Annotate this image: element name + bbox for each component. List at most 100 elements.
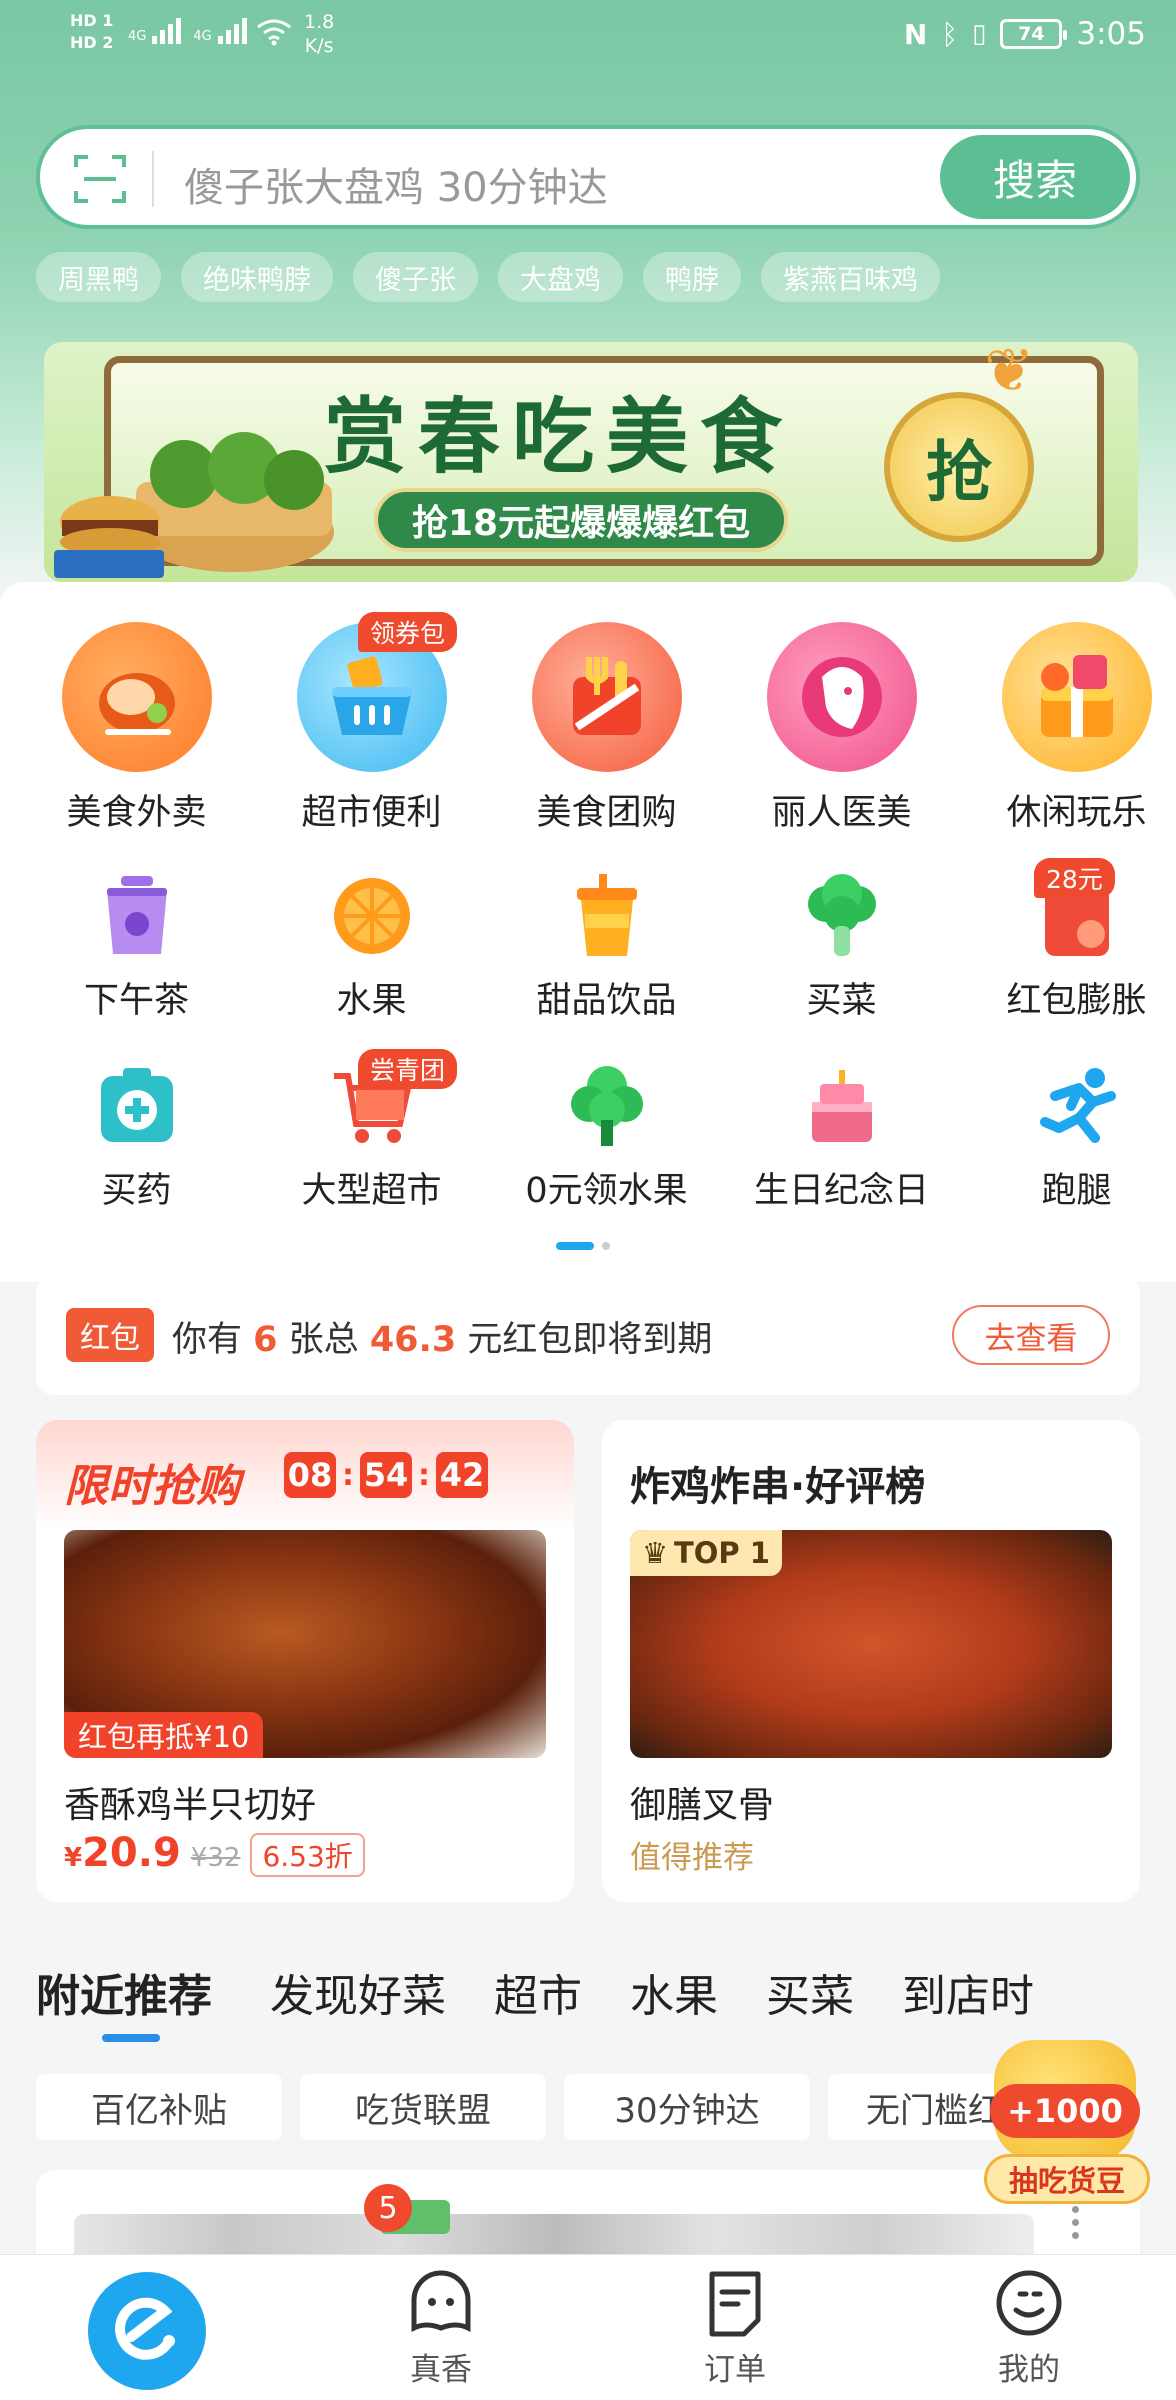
- network-speed: 1.8 K/s: [304, 11, 335, 57]
- smile-face-icon: [996, 2270, 1062, 2336]
- promo-badge: 尝青团: [358, 1049, 458, 1089]
- countdown-timer: 08:54:42: [284, 1452, 488, 1498]
- tab-instore[interactable]: 到店时: [902, 1960, 1034, 2024]
- tab-fruit[interactable]: 水果: [630, 1960, 718, 2024]
- category-label: 丽人医美: [771, 793, 912, 833]
- category-label: 买药: [101, 1171, 172, 1211]
- bean-label: 抽吃货豆: [984, 2154, 1150, 2204]
- cake-icon: [800, 1064, 884, 1148]
- bluetooth-icon: ᛒ: [941, 17, 959, 51]
- status-bar: HD 1 HD 2 4G 4G 1.8 K/s N ᛒ ▯ 74 3:05: [0, 0, 1176, 76]
- network-indicator: HD 1 HD 2: [70, 11, 114, 52]
- red-packet-notice[interactable]: 红包 你有 6 张总 46.3 元红包即将到期 去查看: [36, 1275, 1140, 1395]
- filter-chip[interactable]: 吃货联盟: [300, 2074, 546, 2140]
- category-leisure[interactable]: 休闲玩乐: [959, 622, 1176, 835]
- coupon-tag: 红包再抵¥10: [64, 1712, 264, 1758]
- ghost-icon: [411, 2270, 471, 2333]
- amount-badge: 28元: [1034, 858, 1115, 898]
- filter-chip[interactable]: 百亿补贴: [36, 2074, 282, 2140]
- category-errand[interactable]: 跑腿: [959, 1064, 1176, 1213]
- category-dessert-drink[interactable]: 甜品饮品: [489, 874, 724, 1023]
- top-badge: ♛ TOP 1: [630, 1530, 782, 1576]
- category-beauty[interactable]: 丽人医美: [724, 622, 959, 835]
- category-groceries[interactable]: 买菜: [724, 874, 959, 1023]
- category-food-delivery[interactable]: 美食外卖: [19, 622, 254, 835]
- hot-tag[interactable]: 紫燕百味鸡: [761, 252, 940, 302]
- nav-zhenxiang[interactable]: 真香: [366, 2268, 516, 2389]
- ranking-title: 炸鸡炸串·好评榜: [630, 1464, 926, 1510]
- category-label: 下午茶: [83, 981, 189, 1021]
- search-input[interactable]: 傻子张大盘鸡 30分钟达: [184, 155, 608, 213]
- nav-profile[interactable]: 我的: [954, 2268, 1104, 2389]
- red-packet-tag: 红包: [66, 1308, 154, 1362]
- category-label: 超市便利: [301, 793, 442, 833]
- hot-tag[interactable]: 周黑鸭: [36, 252, 161, 302]
- orange-icon: [330, 874, 414, 958]
- filter-chip[interactable]: 30分钟达: [564, 2074, 810, 2140]
- fork-bowl-icon: [531, 622, 682, 772]
- view-button[interactable]: 去查看: [952, 1305, 1110, 1365]
- category-birthday[interactable]: 生日纪念日: [724, 1064, 959, 1213]
- price-row: ¥20.9 ¥32 6.53折: [64, 1830, 365, 1877]
- category-label: 美食团购: [536, 793, 677, 833]
- runner-icon: [1035, 1064, 1119, 1148]
- nav-orders[interactable]: 订单: [660, 2268, 810, 2389]
- tab-nearby[interactable]: 附近推荐: [36, 1960, 212, 2024]
- woman-face-icon: [766, 622, 917, 772]
- tab-supermarket[interactable]: 超市: [494, 1960, 582, 2024]
- category-label: 大型超市: [301, 1171, 442, 1211]
- category-free-fruit[interactable]: 0元领水果: [489, 1064, 724, 1213]
- category-fruit[interactable]: 水果: [254, 874, 489, 1023]
- medicine-box-icon: [95, 1064, 179, 1148]
- vibrate-icon: ▯: [972, 19, 987, 49]
- hot-tags: 周黑鸭 绝味鸭脖 傻子张 大盘鸡 鸭脖 紫燕百味鸡: [36, 252, 940, 302]
- gift-box-icon: [1001, 622, 1152, 772]
- category-label: 美食外卖: [66, 793, 207, 833]
- hot-tag[interactable]: 绝味鸭脖: [181, 252, 333, 302]
- feed-tabs: 附近推荐 发现好菜 超市 水果 买菜 到店时: [36, 1960, 1034, 2024]
- page-indicator: [556, 1242, 610, 1250]
- category-label: 甜品饮品: [536, 981, 677, 1021]
- food-illustration: [54, 382, 354, 582]
- category-label: 红包膨胀: [1006, 981, 1147, 1021]
- banner-subtitle: 抢18元起爆爆爆红包: [374, 488, 789, 552]
- bean-lottery-button[interactable]: +1000 抽吃货豆: [984, 2040, 1150, 2210]
- coupon-badge: 领券包: [358, 612, 458, 652]
- scan-icon[interactable]: [74, 153, 126, 205]
- tab-discover[interactable]: 发现好菜: [270, 1960, 446, 2024]
- search-bar[interactable]: 傻子张大盘鸡 30分钟达 搜索: [36, 125, 1140, 229]
- nfc-icon: N: [903, 17, 928, 51]
- category-afternoon-tea[interactable]: 下午茶: [19, 874, 254, 1023]
- hot-tag[interactable]: 傻子张: [353, 252, 478, 302]
- filter-chips: 百亿补贴 吃货联盟 30分钟达 无门槛红包: [36, 2074, 1074, 2140]
- promo-banner[interactable]: ❦ 赏春吃美食 抢18元起爆爆爆红包 抢: [44, 342, 1138, 582]
- tab-groceries[interactable]: 买菜: [766, 1960, 854, 2024]
- category-label: 水果: [336, 981, 407, 1021]
- milk-tea-icon: [95, 874, 179, 958]
- category-supermarket[interactable]: 超市便利: [254, 622, 489, 835]
- banner-grab-button[interactable]: 抢: [884, 392, 1034, 542]
- order-icon: [709, 2271, 761, 2337]
- red-packet-text: 你有 6 张总 46.3 元红包即将到期: [172, 1320, 713, 1360]
- bean-amount: +1000: [990, 2084, 1140, 2138]
- flash-sale-card[interactable]: 限时抢购 08:54:42 红包再抵¥10 香酥鸡半只切好 ¥20.9 ¥32 …: [36, 1420, 574, 1902]
- tab-indicator: [102, 2034, 160, 2042]
- butterfly-icon: ❦: [984, 342, 1035, 406]
- category-medicine[interactable]: 买药: [19, 1064, 254, 1213]
- hot-tag[interactable]: 大盘鸡: [498, 252, 623, 302]
- product-image[interactable]: 红包再抵¥10: [64, 1530, 546, 1758]
- product-image[interactable]: ♛ TOP 1: [630, 1530, 1112, 1758]
- ranking-card[interactable]: 炸鸡炸串·好评榜 ♛ TOP 1 御膳叉骨 值得推荐: [602, 1420, 1140, 1902]
- hot-tag[interactable]: 鸭脖: [643, 252, 741, 302]
- nav-home[interactable]: [88, 2272, 206, 2390]
- broccoli-icon: [800, 874, 884, 958]
- product-name: 香酥鸡半只切好: [64, 1785, 317, 1826]
- search-divider: [152, 151, 154, 207]
- more-icon[interactable]: [1072, 2206, 1079, 2239]
- category-group-buy[interactable]: 美食团购: [489, 622, 724, 835]
- wifi-icon: [256, 18, 292, 51]
- category-label: 生日纪念日: [753, 1171, 929, 1211]
- search-button[interactable]: 搜索: [940, 135, 1130, 219]
- product-name: 御膳叉骨: [630, 1785, 775, 1826]
- crown-icon: ♛: [642, 1536, 668, 1570]
